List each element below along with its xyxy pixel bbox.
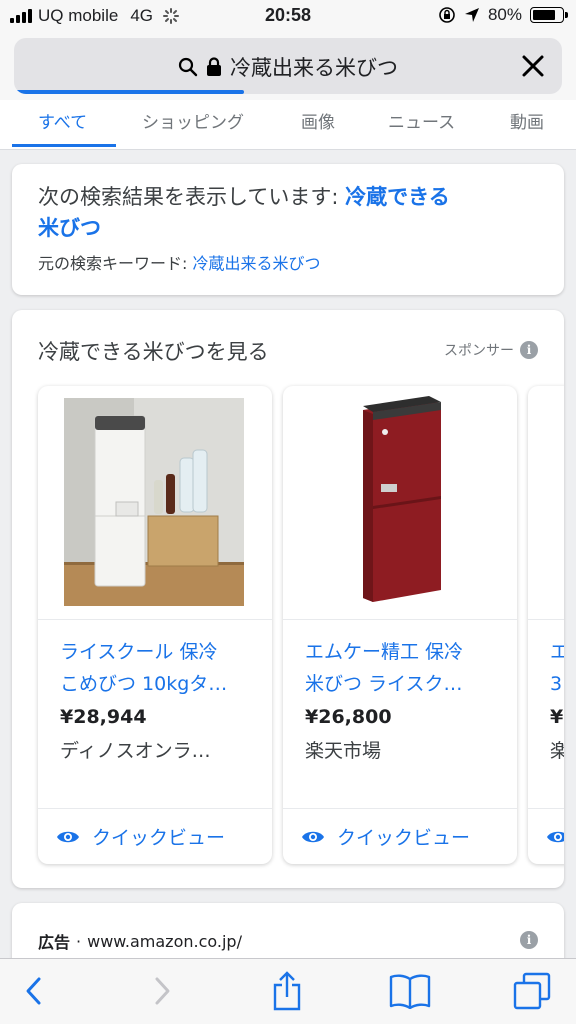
tab-news[interactable]: ニュース (388, 108, 455, 133)
browser-toolbar (0, 958, 576, 1024)
tab-all[interactable]: すべて (38, 108, 87, 133)
product-name-link[interactable]: エム 31W (550, 636, 564, 700)
quick-view-button[interactable]: ク (528, 808, 564, 864)
ad-label: 広告 (38, 933, 71, 952)
product-store: 楽天市場 (305, 740, 382, 762)
page-load-progress (14, 90, 245, 94)
book-icon (389, 974, 431, 1009)
address-query: 冷蔵出来る米びつ (230, 56, 398, 80)
location-icon (464, 8, 479, 22)
eye-icon (302, 831, 324, 842)
tab-images[interactable]: 画像 (301, 108, 335, 133)
lock-icon (207, 57, 221, 76)
product-card[interactable]: エム 31W ¥2 楽天 ク (528, 386, 564, 864)
showing-results-text: 次の検索結果を表示しています: (38, 185, 346, 209)
quick-view-button[interactable]: クイックビュー (283, 808, 517, 864)
shopping-ads-card: 冷蔵できる米びつを見る スポンサー i ライスクール 保冷 こめびつ 10kgタ… (12, 310, 564, 888)
product-store: 楽天 (550, 740, 564, 762)
search-icon (178, 57, 198, 77)
info-icon[interactable]: i (520, 931, 538, 949)
product-store: ディノスオンラ… (60, 740, 211, 762)
product-card[interactable]: エムケー精工 保冷 米びつ ライスク… ¥26,800 楽天市場 クイックビュー (283, 386, 517, 864)
sponsored-label[interactable]: スポンサー i (444, 340, 538, 360)
tab-shopping[interactable]: ショッピング (142, 108, 244, 133)
eye-icon (547, 831, 564, 842)
share-icon (273, 971, 301, 1011)
product-image (528, 386, 564, 620)
back-button[interactable] (12, 969, 56, 1013)
bookmarks-button[interactable] (388, 969, 432, 1013)
original-query-label: 元の検索キーワード: (38, 254, 193, 273)
forward-button[interactable] (140, 969, 184, 1013)
address-bar[interactable]: 冷蔵出来る米びつ (14, 38, 562, 94)
browser-address-area: 冷蔵出来る米びつ (0, 34, 576, 100)
original-query-link[interactable]: 冷蔵出来る米びつ (192, 254, 320, 273)
quick-view-button[interactable]: クイックビュー (38, 808, 272, 864)
shopping-section-title: 冷蔵できる米びつを見る (38, 340, 269, 364)
product-name-link[interactable]: エムケー精工 保冷 米びつ ライスク… (305, 636, 501, 700)
chevron-left-icon (26, 977, 41, 1005)
product-price: ¥2 (550, 706, 564, 728)
product-card[interactable]: ライスクール 保冷 こめびつ 10kgタ… ¥28,944 ディノスオンラ… ク… (38, 386, 272, 864)
status-bar: UQ mobile 4G 20:58 80% (0, 0, 576, 34)
search-tabs: すべて ショッピング 画像 ニュース 動画 (0, 100, 576, 150)
product-name-link[interactable]: ライスクール 保冷 こめびつ 10kgタ… (60, 636, 256, 700)
active-tab-indicator (12, 144, 116, 147)
orientation-lock-icon (439, 7, 455, 23)
ad-separator: · (76, 931, 82, 951)
battery-icon (530, 7, 568, 23)
product-price: ¥28,944 (60, 706, 147, 728)
product-image (38, 386, 272, 620)
spelling-correction-card: 次の検索結果を表示しています: 冷蔵できる 米びつ 元の検索キーワード: 冷蔵出来… (12, 164, 564, 295)
product-image (283, 386, 517, 620)
tabs-icon (513, 972, 551, 1010)
ad-url[interactable]: www.amazon.co.jp/ (87, 932, 242, 951)
chevron-right-icon (155, 977, 170, 1005)
info-icon: i (520, 341, 538, 359)
tabs-button[interactable] (510, 969, 554, 1013)
close-icon[interactable] (518, 51, 548, 81)
eye-icon (57, 831, 79, 842)
tab-videos[interactable]: 動画 (510, 108, 544, 133)
battery-percent: 80% (487, 5, 522, 24)
product-price: ¥26,800 (305, 706, 392, 728)
share-button[interactable] (265, 969, 309, 1013)
